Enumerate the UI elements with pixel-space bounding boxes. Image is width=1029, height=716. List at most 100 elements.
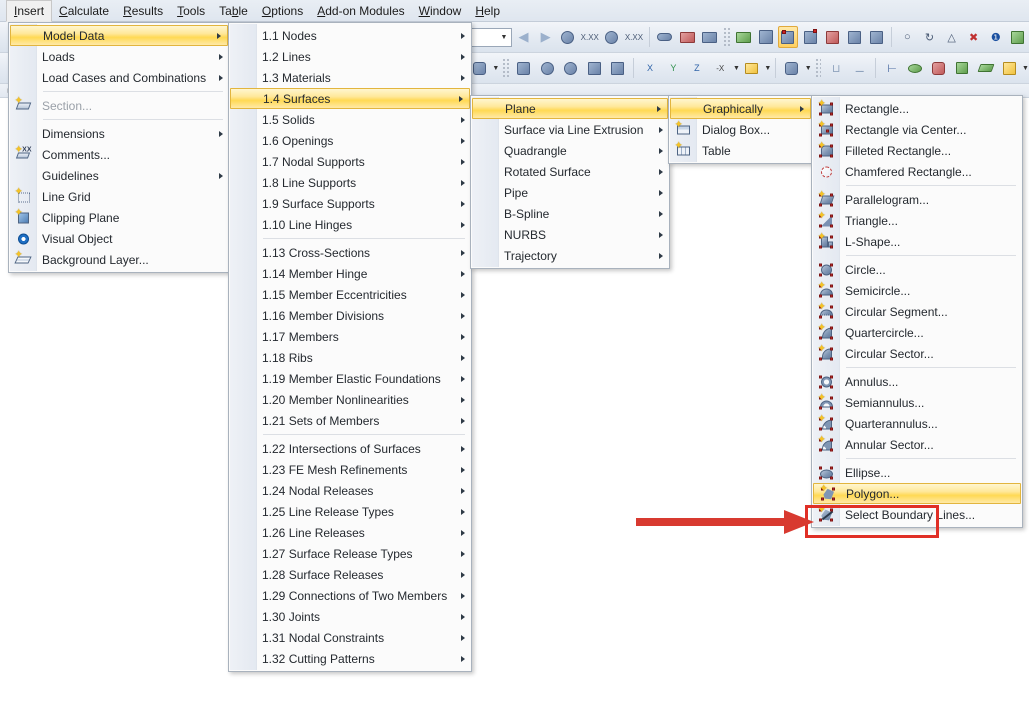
windows-tile-caret-icon[interactable]: ▼ bbox=[1022, 65, 1029, 72]
view-x-icon[interactable]: X bbox=[639, 57, 660, 79]
menu-item-b-spline[interactable]: B-Spline bbox=[471, 203, 669, 224]
menu-item-1-21-sets-of-members[interactable]: 1.21 Sets of Members bbox=[229, 410, 471, 431]
work-plane-icon[interactable] bbox=[741, 57, 762, 79]
menu-item-clipping-plane[interactable]: ✦ Clipping Plane bbox=[9, 207, 229, 228]
glasses-icon[interactable] bbox=[655, 26, 675, 48]
delete-icon[interactable]: ✖ bbox=[964, 26, 984, 48]
menu-item-1-17-members[interactable]: 1.17 Members bbox=[229, 326, 471, 347]
menu-item-1-6-openings[interactable]: 1.6 Openings bbox=[229, 130, 471, 151]
menu-item-quarterannulus[interactable]: ✦ Quarterannulus... bbox=[812, 413, 1022, 434]
menu-item-circular-sector[interactable]: ✦ Circular Sector... bbox=[812, 343, 1022, 364]
work-plane-caret-icon[interactable]: ▼ bbox=[764, 65, 771, 72]
menu-item-select-boundary-lines[interactable]: ✦ Select Boundary Lines... bbox=[812, 504, 1022, 525]
menu-item-1-32-cutting-patterns[interactable]: 1.32 Cutting Patterns bbox=[229, 648, 471, 669]
next-icon[interactable]: ▶ bbox=[536, 26, 556, 48]
menu-item-1-16-member-divisions[interactable]: 1.16 Member Divisions bbox=[229, 305, 471, 326]
result-icon[interactable] bbox=[822, 26, 842, 48]
member-icon[interactable]: ⊔ bbox=[825, 57, 846, 79]
menu-item-line-grid[interactable]: ✦ Line Grid bbox=[9, 186, 229, 207]
menu-item-guidelines[interactable]: Guidelines bbox=[9, 165, 229, 186]
zoom-window-icon[interactable] bbox=[607, 57, 628, 79]
menubar-item-add-on-modules[interactable]: Add-on Modules bbox=[310, 0, 411, 21]
menu-item-1-24-nodal-releases[interactable]: 1.24 Nodal Releases bbox=[229, 480, 471, 501]
menu-item-section[interactable]: ✦ Section... bbox=[9, 95, 229, 116]
color-scale-icon[interactable] bbox=[905, 57, 926, 79]
menubar-item-help[interactable]: Help bbox=[468, 0, 507, 21]
render-style-caret-icon[interactable]: ▼ bbox=[492, 65, 499, 72]
value-xx-icon[interactable]: X.XX bbox=[580, 26, 600, 48]
measure-icon[interactable]: ○ bbox=[897, 26, 917, 48]
menu-item-1-4-surfaces[interactable]: 1.4 Surfaces bbox=[230, 88, 470, 109]
menu-item-annular-sector[interactable]: ✦ Annular Sector... bbox=[812, 434, 1022, 455]
zoom-all-icon[interactable] bbox=[583, 57, 604, 79]
menu-item-loads[interactable]: Loads bbox=[9, 46, 229, 67]
rotate-icon[interactable]: ↻ bbox=[919, 26, 939, 48]
deform-plus-icon[interactable] bbox=[952, 57, 973, 79]
menu-item-triangle[interactable]: ✦ Triangle... bbox=[812, 210, 1022, 231]
menu-item-l-shape[interactable]: ✦ L-Shape... bbox=[812, 231, 1022, 252]
menu-item-dialog-box[interactable]: ✦ Dialog Box... bbox=[669, 119, 812, 140]
menu-item-1-29-connections-of-two-members[interactable]: 1.29 Connections of Two Members bbox=[229, 585, 471, 606]
menu-item-parallelogram[interactable]: ✦ Parallelogram... bbox=[812, 189, 1022, 210]
diagram-icon[interactable] bbox=[975, 57, 996, 79]
section-cut-icon[interactable] bbox=[866, 26, 886, 48]
view-z-icon[interactable]: Z bbox=[686, 57, 707, 79]
toolbar-grip[interactable] bbox=[723, 27, 730, 47]
menu-item-1-23-fe-mesh-refinements[interactable]: 1.23 FE Mesh Refinements bbox=[229, 459, 471, 480]
mesh-icon[interactable] bbox=[734, 26, 754, 48]
building-icon[interactable] bbox=[844, 26, 864, 48]
menu-item-1-25-line-release-types[interactable]: 1.25 Line Release Types bbox=[229, 501, 471, 522]
menu-item-1-28-surface-releases[interactable]: 1.28 Surface Releases bbox=[229, 564, 471, 585]
menu-item-1-27-surface-release-types[interactable]: 1.27 Surface Release Types bbox=[229, 543, 471, 564]
menu-item-1-7-nodal-supports[interactable]: 1.7 Nodal Supports bbox=[229, 151, 471, 172]
menu-item-circular-segment[interactable]: ✦ Circular Segment... bbox=[812, 301, 1022, 322]
value-xx-2-icon[interactable]: X.XX bbox=[624, 26, 644, 48]
menu-item-polygon[interactable]: ✦ Polygon... bbox=[813, 483, 1021, 504]
menu-item-graphically[interactable]: Graphically bbox=[670, 98, 811, 119]
previous-icon[interactable]: ◀ bbox=[513, 26, 533, 48]
menu-item-1-8-line-supports[interactable]: 1.8 Line Supports bbox=[229, 172, 471, 193]
menu-item-rectangle[interactable]: ✦ Rectangle... bbox=[812, 98, 1022, 119]
axis-icon[interactable]: ⊢ bbox=[881, 57, 902, 79]
menu-item-load-cases-and-combinations[interactable]: Load Cases and Combinations bbox=[9, 67, 229, 88]
model-render-icon[interactable] bbox=[777, 26, 799, 48]
menu-item-dimensions[interactable]: Dimensions bbox=[9, 123, 229, 144]
menu-item-visual-object[interactable]: Visual Object bbox=[9, 228, 229, 249]
menu-item-1-26-line-releases[interactable]: 1.26 Line Releases bbox=[229, 522, 471, 543]
view-neg-x-icon[interactable]: -X bbox=[710, 57, 731, 79]
menu-item-plane[interactable]: Plane bbox=[472, 98, 668, 119]
deformation-icon[interactable] bbox=[800, 26, 820, 48]
menu-item-semiannulus[interactable]: ✦ Semiannulus... bbox=[812, 392, 1022, 413]
menu-item-quartercircle[interactable]: ✦ Quartercircle... bbox=[812, 322, 1022, 343]
menu-item-1-14-member-hinge[interactable]: 1.14 Member Hinge bbox=[229, 263, 471, 284]
view-caret-icon[interactable]: ▼ bbox=[733, 65, 740, 72]
menu-item-trajectory[interactable]: Trajectory bbox=[471, 245, 669, 266]
menu-item-model-data[interactable]: Model Data bbox=[10, 25, 228, 46]
select-caret-icon[interactable]: ▼ bbox=[805, 65, 812, 72]
menu-item-1-31-nodal-constraints[interactable]: 1.31 Nodal Constraints bbox=[229, 627, 471, 648]
menu-item-1-15-member-eccentricities[interactable]: 1.15 Member Eccentricities bbox=[229, 284, 471, 305]
fe-mesh-icon[interactable] bbox=[756, 26, 776, 48]
menu-item-1-3-materials[interactable]: 1.3 Materials bbox=[229, 67, 471, 88]
menu-item-pipe[interactable]: Pipe bbox=[471, 182, 669, 203]
menu-item-1-19-member-elastic-foundations[interactable]: 1.19 Member Elastic Foundations bbox=[229, 368, 471, 389]
menubar-item-options[interactable]: Options bbox=[255, 0, 310, 21]
toolbar-grip-2[interactable] bbox=[502, 58, 510, 78]
view-value-icon[interactable] bbox=[602, 26, 622, 48]
menu-item-rectangle-via-center[interactable]: ✦ Rectangle via Center... bbox=[812, 119, 1022, 140]
windows-tile-icon[interactable] bbox=[999, 57, 1020, 79]
menu-item-quadrangle[interactable]: Quadrangle bbox=[471, 140, 669, 161]
menu-item-1-1-nodes[interactable]: 1.1 Nodes bbox=[229, 25, 471, 46]
select-icon[interactable] bbox=[781, 57, 802, 79]
menubar-item-insert[interactable]: Insert bbox=[6, 0, 53, 22]
menubar-item-calculate[interactable]: Calculate bbox=[52, 0, 116, 21]
info-icon[interactable]: ❶ bbox=[986, 26, 1006, 48]
menubar-item-tools[interactable]: Tools bbox=[170, 0, 212, 21]
menu-item-background-layer[interactable]: ✦ Background Layer... bbox=[9, 249, 229, 270]
menu-item-1-20-member-nonlinearities[interactable]: 1.20 Member Nonlinearities bbox=[229, 389, 471, 410]
menu-item-1-9-surface-supports[interactable]: 1.9 Surface Supports bbox=[229, 193, 471, 214]
menu-item-comments[interactable]: XX ✦ Comments... bbox=[9, 144, 229, 165]
menu-item-1-30-joints[interactable]: 1.30 Joints bbox=[229, 606, 471, 627]
menu-item-1-5-solids[interactable]: 1.5 Solids bbox=[229, 109, 471, 130]
check-model-icon[interactable] bbox=[1008, 26, 1028, 48]
